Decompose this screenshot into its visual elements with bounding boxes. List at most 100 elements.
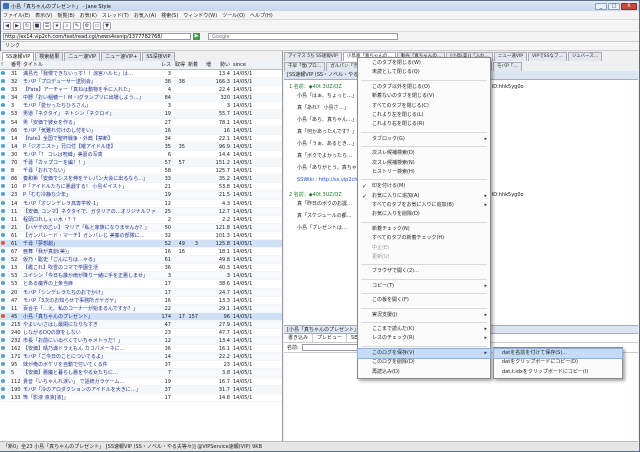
column-new[interactable]: 新着	[185, 61, 198, 69]
thread-row[interactable]: 31 満島光「我慢できないっす！！涼宮ハルヒ」は… 3 13.4 14/05/1	[0, 70, 282, 79]
search-icon[interactable]: ⌕	[63, 21, 71, 30]
tab-ss-sokuho-vip[interactable]: SS速報VIP	[2, 52, 35, 61]
tab-preview[interactable]: プレビュー	[313, 334, 348, 342]
context-menu-item[interactable]: 印を付ける(M) ✓	[358, 182, 490, 191]
thread-row[interactable]: 33 【Fate】アーチャー「真ねは動物を手に入れた」 4 22.4 14/05/1	[0, 86, 282, 95]
board-list-icon[interactable]: ☰	[43, 21, 51, 30]
thread-row[interactable]: 20 モバP「シンデレラたちのおでかけ」 17 24.7 14/05/1	[0, 288, 282, 297]
link-bar[interactable]: リンク	[1, 42, 639, 51]
thread-row[interactable]: 30 モバP「？ コレは呪縛」美嘉の写真 6 14.4 14/05/1	[0, 151, 282, 160]
thread-row[interactable]: 53 男道「ネクタイ」 ネトシン「ネクロイ」 19 55.7 14/05/1	[0, 110, 282, 119]
thread-row[interactable]: 70 千尋「カップコーを編！！」 57 57 151.2 14/05/1	[0, 159, 282, 168]
menu-thread[interactable]: スレッド(T)	[102, 12, 129, 19]
thread-row[interactable]: 53 とある魔界の上条当麻 17 38.6 14/05/1	[0, 280, 282, 289]
search-input[interactable]	[208, 33, 398, 40]
context-menu-item[interactable]: このログを削除(D)	[358, 358, 490, 367]
context-menu-item[interactable]: ヒストリー検索(H)	[358, 168, 490, 177]
forward-icon[interactable]: ▶	[13, 21, 21, 30]
thread-row[interactable]: 232 市長「お前にいゐべくていちゃメトゥだ！」 12 13.4 14/05/1	[0, 337, 282, 346]
context-menu-item[interactable]: この板を開く(F)	[358, 296, 490, 305]
thread-row[interactable]: 14 P「ジオニスト」兄ロ付【曜アイドル達】 35 35 96.9 14/05/1	[0, 142, 282, 151]
context-menu-item[interactable]: このログを保存(V) ▸	[357, 347, 491, 360]
tab-news-vip[interactable]: ニュー速VIP	[64, 52, 101, 61]
thread-tab[interactable]: ジュバース…	[567, 52, 603, 61]
thread-row[interactable]: 11 【安価, コンマ】ネクタイで、ガタリアの…オリジナルファンタジー系… 25 12…	[0, 207, 282, 216]
thread-row[interactable]: 133 怖「影液 液液[液]」 17 14.8 14/05/1	[0, 394, 282, 402]
context-menu-item[interactable]: ここまで読んだ(K) ▸	[358, 325, 490, 334]
post-id[interactable]: ID:hhk5yg0o	[492, 192, 524, 198]
thread-row[interactable]: 95 妹が俺のボケリを自動で付いてくる件 37 23 14/05/1	[0, 361, 282, 370]
context-menu-item[interactable]: 実況支援(J) ▸	[358, 311, 490, 320]
context-menu-item[interactable]: お気に入りに追加(A) ✓ ▸	[358, 192, 490, 201]
thread-row[interactable]: 240 しながるDQの旅をしない 23 47.7 14/05/1	[0, 329, 282, 338]
thread-row[interactable]: 162 【安価】晴乃満ドラえもん カコパメーネに… 36 16.1 14/05/1	[0, 345, 282, 354]
go-button[interactable]: ▶	[193, 33, 200, 40]
favorites-icon[interactable]: ★	[53, 21, 61, 30]
thread-row[interactable]: 61 【ガンパレード・マーチ】ガンパレじ 美藤の部隊に… 32 101.3 14/05/…	[0, 232, 282, 240]
thread-tab[interactable]: アイマス 5ち SS速報VIP	[284, 52, 342, 61]
close-button[interactable]: X	[621, 2, 637, 10]
menu-board-list[interactable]: 板覧(B)	[57, 12, 74, 19]
tab-ss-shinya-vip[interactable]: SS深夜VIP	[142, 52, 175, 61]
stop-icon[interactable]: ■	[33, 21, 41, 30]
column-ikioi[interactable]: 勢い	[211, 61, 232, 69]
post-name[interactable]: 1 名前：◆40t.3UZ/QZ	[289, 84, 342, 90]
url-input[interactable]	[3, 33, 191, 40]
thread-row[interactable]: 11 百合子「…え、私のコーナーが始まるんですか？」 22 29.1 14/05/1	[0, 304, 282, 313]
context-menu-item[interactable]: タブロック(G) ▸	[358, 135, 490, 144]
thread-tab[interactable]: 千早「僕(プロ…	[284, 62, 326, 71]
tab-news-vip-plus[interactable]: ニュー速VIP+	[101, 52, 142, 61]
minimize-button[interactable]: _	[595, 2, 607, 10]
thread-row[interactable]: 10 P「アイドルたちに悪戯する！ 小島ギイスト」 21 53.8 14/05/1	[0, 183, 282, 192]
thread-row[interactable]: 61 千尋「夢想劇」 52 49 3 125.8 14/05/1	[0, 239, 282, 249]
menu-window[interactable]: ウィンドウ(W)	[183, 12, 217, 19]
refresh-icon[interactable]: ↻	[23, 21, 31, 30]
thread-row[interactable]: 86 奏和希「安価でシスを伸をテレパン大会に出るなら…」 33 35.2 14/05/1	[0, 175, 282, 184]
context-menu-item[interactable]: すべてのタブを閉じる(C)	[358, 102, 490, 111]
context-menu-item[interactable]: お気に入りを削除(D)	[358, 210, 490, 219]
thread-row[interactable]: 171 モバP「ご今日のことについてるよ」 14 22.2 14/05/1	[0, 353, 282, 362]
thread-row[interactable]: 47 モバP「3次のお知らせで事務所ガヤガヤ」 16 13.3 14/05/1	[0, 297, 282, 305]
column-res[interactable]: レス	[156, 61, 171, 69]
menu-search[interactable]: 検索(S)	[161, 12, 178, 19]
name-input[interactable]	[301, 344, 362, 351]
context-menu-item[interactable]: 次スレ候補検索(N)	[358, 159, 490, 168]
column-mark[interactable]: !	[0, 61, 10, 69]
thread-row[interactable]: 5 【安価】悪魔と暮らし悪をやる女たちに… 7 3.8 14/05/1	[0, 369, 282, 378]
context-menu-item[interactable]: すべてのタブをお気に入りに追加(B) ▸	[358, 201, 490, 210]
menu-tools[interactable]: ツール(O)	[222, 12, 245, 19]
thread-row[interactable]: 34 中野「おい稲穂ー！M・Iグランプリに出場しよう…」 84 320 14/05/1	[0, 94, 282, 103]
thread-row[interactable]: 53 ユイシン「今日も誰か雨が降り一緒に手を正悪しませ」 3 3 14/05/1	[0, 272, 282, 281]
write-icon[interactable]: ✎	[73, 21, 81, 30]
context-menu-item[interactable]: すべてのタブの新着チェック(H)	[358, 234, 490, 243]
tab-write[interactable]: 書き込み	[284, 334, 314, 342]
menu-file[interactable]: ファイル(E)	[3, 12, 30, 19]
thread-row[interactable]: 14 【fate】全国で聖杯戦争・外典【禁断】 34 22.1 14/05/1	[0, 135, 282, 143]
menu-help[interactable]: ヘルプ(H)	[250, 12, 273, 19]
thread-tab[interactable]: VIPでSSなブ…	[528, 52, 567, 61]
context-menu-item[interactable]: このタブを閉じる(W)	[358, 59, 490, 68]
submenu-item[interactable]: datをクリップボードにコピー(D)	[494, 358, 622, 367]
thread-row[interactable]: 13 【艦これ】吹雪のコマで学園生活 36 40.3 14/05/1	[0, 264, 282, 273]
context-menu-item[interactable]: レスのチェック(R) ▸	[358, 334, 490, 343]
thread-row[interactable]: 32 モバP「プロデューサー送別会」 38 38 166.3 14/05/1	[0, 78, 282, 87]
context-menu-item[interactable]: 再読込み(D)	[358, 368, 490, 377]
column-number[interactable]: 番号	[10, 61, 22, 69]
thread-row[interactable]: 23 P「むむ冷静な少年」 19 21.5 14/05/1	[0, 191, 282, 200]
thread-row[interactable]: 112 貴音「いちゃんれ涙い」 で語統ガラゲーム… 19 16.7 14/05/1	[0, 378, 282, 386]
column-title[interactable]: タイトル	[22, 61, 156, 69]
thread-tab[interactable]: モバP「…	[493, 62, 522, 71]
post-name[interactable]: 2 名前：◆40t.3UZ/QZ	[289, 192, 342, 198]
context-menu-item[interactable]: 新着チェック(N)	[358, 225, 490, 234]
menu-favorites[interactable]: お気入(A)	[134, 12, 156, 19]
submenu-item[interactable]: datを名前を付けて保存(S)…	[493, 347, 623, 360]
thread-row[interactable]: 14 モバP「オジンデレラ高専学校-1」 12 4.3 14/05/1	[0, 200, 282, 208]
thread-row[interactable]: 45 小島「真ちゃんのプレゼント」 174 17 157 96 14/05/1	[0, 312, 282, 321]
thread-row[interactable]: 66 モバP「気難れ付けのし付をい」 16 16 14/05/1	[0, 126, 282, 135]
thread-row[interactable]: 52 仮乃・聡史「ごんにちは…ゃる」 61 49.8 14/05/1	[0, 256, 282, 265]
context-menu-item[interactable]: コピー(T) ▸	[358, 282, 490, 291]
thread-row[interactable]: 215 やよいいさはし最閑になりなすぎ 47 27.9 14/05/1	[0, 320, 282, 329]
submenu-item[interactable]: dat.t.idxをクリップボードにコピー(I)	[494, 368, 622, 377]
tab-search-results[interactable]: 検索結果	[35, 52, 64, 61]
context-menu-item[interactable]: ブラウザで開く(2)…	[358, 267, 490, 276]
